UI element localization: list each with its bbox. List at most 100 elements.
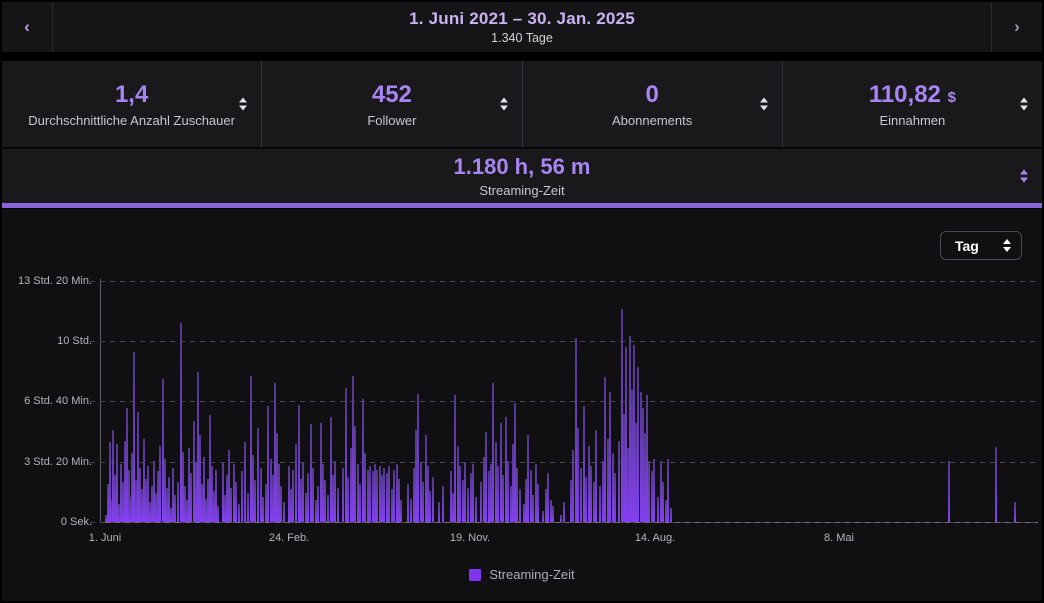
stream-time-bar[interactable] <box>527 435 529 522</box>
stream-time-bar[interactable] <box>247 493 249 522</box>
stream-time-bar[interactable] <box>177 482 179 522</box>
stream-time-bar[interactable] <box>347 477 349 522</box>
stream-time-bar[interactable] <box>454 395 456 522</box>
stream-time-bar[interactable] <box>547 473 549 522</box>
stream-time-bar[interactable] <box>267 406 269 522</box>
stream-time-bar[interactable] <box>563 502 565 522</box>
stream-time-bar[interactable] <box>241 471 243 522</box>
stream-time-bar[interactable] <box>609 392 611 522</box>
stream-time-bar[interactable] <box>364 453 366 522</box>
stream-time-bar[interactable] <box>648 461 650 522</box>
stream-time-bar[interactable] <box>497 466 499 522</box>
stream-time-bar[interactable] <box>383 468 385 522</box>
stream-time-bar[interactable] <box>1014 502 1016 522</box>
stat-cell-revenue[interactable]: 110,82 $ Einnahmen <box>782 61 1042 147</box>
stream-time-bar[interactable] <box>317 486 319 522</box>
stream-time-bar[interactable] <box>217 506 219 522</box>
stream-time-bar[interactable] <box>283 502 285 522</box>
stream-time-bar[interactable] <box>230 488 232 522</box>
stream-time-bar[interactable] <box>432 477 434 522</box>
stream-time-bar[interactable] <box>519 489 521 522</box>
stream-time-bar[interactable] <box>302 462 304 522</box>
stream-time-bar[interactable] <box>235 482 237 522</box>
stream-time-bar[interactable] <box>295 444 297 522</box>
stream-time-bar[interactable] <box>342 468 344 522</box>
stream-time-bar[interactable] <box>472 464 474 522</box>
stream-time-bar[interactable] <box>280 486 282 522</box>
stream-time-bar[interactable] <box>334 461 336 522</box>
stream-time-bar[interactable] <box>327 495 329 522</box>
next-period-button[interactable]: › <box>991 2 1042 52</box>
stream-time-bar[interactable] <box>354 426 356 522</box>
stream-time-bar[interactable] <box>577 428 579 522</box>
stream-time-bar[interactable] <box>590 466 592 522</box>
stream-time-bar[interactable] <box>614 473 616 522</box>
stream-time-bar[interactable] <box>585 477 587 522</box>
stream-time-bar[interactable] <box>359 484 361 522</box>
stream-time-bar[interactable] <box>174 495 176 522</box>
stream-time-bar[interactable] <box>516 468 518 522</box>
stream-time-bar[interactable] <box>552 506 554 522</box>
stream-time-bar[interactable] <box>429 491 431 522</box>
stream-time-bar[interactable] <box>657 497 659 522</box>
stream-time-bar[interactable] <box>948 461 950 522</box>
previous-period-button[interactable]: ‹ <box>2 2 53 52</box>
stream-time-bar[interactable] <box>410 499 412 522</box>
sort-chevrons-icon[interactable] <box>239 98 247 111</box>
stream-time-bar[interactable] <box>637 367 639 522</box>
stream-time-bar[interactable] <box>324 480 326 522</box>
stream-time-bar[interactable] <box>670 508 672 522</box>
stream-time-bar[interactable] <box>532 495 534 522</box>
stream-time-bar[interactable] <box>292 470 294 522</box>
stream-time-bar[interactable] <box>995 447 997 522</box>
stream-time-bar[interactable] <box>542 511 544 522</box>
stream-time-bar[interactable] <box>572 450 574 522</box>
stream-time-bar[interactable] <box>422 482 424 522</box>
stream-time-bar[interactable] <box>407 484 409 522</box>
stream-time-bar[interactable] <box>464 462 466 522</box>
sort-chevrons-icon[interactable] <box>1020 98 1028 111</box>
stream-time-bar[interactable] <box>159 446 161 522</box>
sort-chevrons-icon[interactable] <box>760 98 768 111</box>
stream-time-bar[interactable] <box>417 394 419 522</box>
stat-cell-followers[interactable]: 452 Follower <box>261 61 521 147</box>
stream-time-bar[interactable] <box>560 515 562 522</box>
stream-time-bar[interactable] <box>599 486 601 522</box>
stream-time-bar[interactable] <box>537 484 539 522</box>
stat-cell-subscriptions[interactable]: 0 Abonnements <box>522 61 782 147</box>
stream-time-bar[interactable] <box>580 468 582 522</box>
stream-time-bar[interactable] <box>667 459 669 522</box>
stream-time-bar[interactable] <box>254 480 256 522</box>
stream-time-bar[interactable] <box>653 459 655 522</box>
stream-time-bar[interactable] <box>312 468 314 522</box>
stream-time-bar[interactable] <box>238 504 240 522</box>
stream-time-bar[interactable] <box>459 466 461 522</box>
stream-time-bar[interactable] <box>475 497 477 522</box>
stream-time-bar[interactable] <box>262 497 264 522</box>
stream-time-bar[interactable] <box>485 432 487 522</box>
stream-time-bar[interactable] <box>337 488 339 522</box>
stat-cell-average-viewers[interactable]: 1,4 Durchschnittliche Anzahl Zuschauer <box>2 61 261 147</box>
sort-chevrons-icon[interactable] <box>500 98 508 111</box>
stream-time-bar[interactable] <box>400 500 402 522</box>
stream-time-bar[interactable] <box>502 475 504 522</box>
stream-time-bar[interactable] <box>618 441 620 522</box>
stream-time-bar[interactable] <box>376 470 378 522</box>
stream-time-bar[interactable] <box>604 377 606 522</box>
stream-time-bar[interactable] <box>190 473 192 522</box>
stat-cell-stream-time[interactable]: 1.180 h, 56 m Streaming-Zeit <box>2 148 1042 203</box>
stream-time-bar[interactable] <box>388 466 390 522</box>
stream-time-bar[interactable] <box>480 482 482 522</box>
stream-time-bar[interactable] <box>595 430 597 522</box>
stream-time-bar[interactable] <box>393 470 395 522</box>
stream-time-bar[interactable] <box>438 502 440 522</box>
stream-time-bar[interactable] <box>662 482 664 522</box>
stream-time-bar[interactable] <box>369 466 371 522</box>
stream-time-bar[interactable] <box>257 428 259 522</box>
sort-chevrons-icon[interactable] <box>1020 170 1028 183</box>
stream-time-bar[interactable] <box>507 461 509 522</box>
stream-time-bar[interactable] <box>244 442 246 522</box>
stream-time-bar[interactable] <box>442 486 444 522</box>
stream-time-bar[interactable] <box>492 383 494 522</box>
stream-time-bar[interactable] <box>307 473 309 522</box>
